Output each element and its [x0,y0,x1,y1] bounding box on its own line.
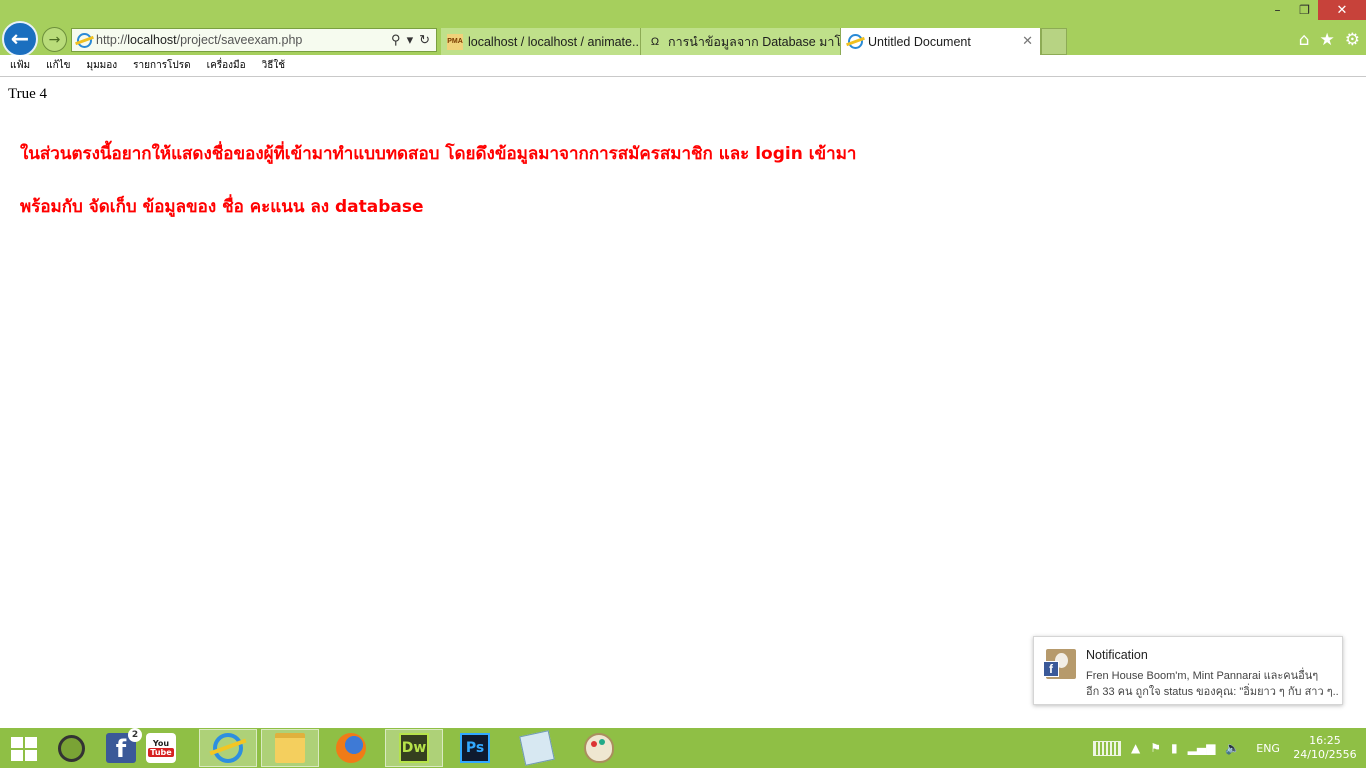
menu-help[interactable]: วิธีใช้ [262,58,285,73]
file-explorer-icon [275,733,305,763]
touch-keyboard-icon[interactable] [1093,740,1121,756]
taskbar-file-explorer[interactable] [261,729,319,767]
notification-line-2: อีก 33 คน ถูกใจ status ของคุณ: "อิ่มยาว … [1086,686,1338,698]
taskbar-paint[interactable] [570,729,628,767]
back-button[interactable]: ← [2,21,38,57]
close-button[interactable]: ✕ [1318,0,1366,20]
tab-forum[interactable]: Ω การนำข้อมูลจาก Database มาโชว์ใ... [641,28,841,55]
menu-file[interactable]: แฟ้ม [10,58,30,73]
favorites-star-icon[interactable]: ★ [1320,30,1335,50]
language-indicator[interactable]: ENG [1256,742,1280,755]
tab-phpmyadmin[interactable]: PMA localhost / localhost / animate... [441,28,641,55]
clock-date: 24/10/2556 [1293,748,1357,761]
taskbar-youtube[interactable]: You Tube [132,729,190,767]
start-icon[interactable] [11,737,37,761]
forward-button[interactable]: → [42,27,67,52]
tab-label: การนำข้อมูลจาก Database มาโชว์ใ... [668,34,841,49]
ie-page-icon [847,34,863,50]
chevron-down-icon[interactable]: ▾ [407,32,414,48]
action-center-flag-icon[interactable]: ⚑ [1150,741,1161,755]
clock-time: 16:25 [1309,734,1341,747]
circle-app-icon [57,734,85,762]
search-icon[interactable]: ⚲ [391,32,401,48]
note-line-2: พร้อมกับ จัดเก็บ ข้อมูลของ ชื่อ คะแนน ลง… [20,197,424,217]
browser-toolbar-icons: ⌂ ★ ⚙ [1299,30,1360,50]
address-url[interactable]: http://localhost/project/saveexam.php [96,33,391,47]
note-line-1: ในส่วนตรงนี้อยากให้แสดงชื่อของผู้ที่เข้า… [20,144,857,164]
taskbar-internet-explorer[interactable] [199,729,257,767]
window-controls: – ❐ ✕ [1264,0,1366,20]
taskbar-firefox[interactable] [322,729,380,767]
home-icon[interactable]: ⌂ [1299,30,1310,50]
arrow-left-icon: ← [10,26,30,52]
notepad-icon [519,730,555,766]
forum-icon: Ω [650,35,660,48]
volume-icon[interactable]: 🔈 [1225,741,1240,755]
new-tab-button[interactable] [1041,28,1067,55]
firefox-icon [336,733,366,763]
menu-favorites[interactable]: รายการโปรด [133,58,190,73]
tab-label: Untitled Document [868,34,971,49]
battery-icon[interactable]: ▮ [1171,741,1178,755]
tab-untitled-document[interactable]: Untitled Document ✕ [841,28,1041,55]
notification-toast[interactable]: f Notification Fren House Boom'm, Mint P… [1033,636,1343,705]
dreamweaver-icon: Dw [399,733,429,763]
internet-explorer-icon [213,733,243,763]
menu-tools[interactable]: เครื่องมือ [207,58,246,73]
phpmyadmin-icon: PMA [447,33,463,50]
taskbar-notepad[interactable] [508,729,566,767]
tab-close-icon[interactable]: ✕ [1022,33,1033,49]
arrow-right-icon: → [48,31,61,48]
show-hidden-icons-chevron-icon[interactable]: ▲ [1131,741,1140,755]
settings-gear-icon[interactable]: ⚙ [1345,30,1360,50]
restore-button[interactable]: ❐ [1291,0,1318,20]
photoshop-icon: Ps [460,733,490,763]
refresh-icon[interactable]: ↻ [419,32,430,48]
address-bar[interactable]: http://localhost/project/saveexam.php ⚲ … [71,28,437,52]
network-signal-icon[interactable]: ▂▄▆ [1188,741,1216,755]
tab-label: localhost / localhost / animate... [468,34,641,49]
system-tray: ▲ ⚑ ▮ ▂▄▆ 🔈 ENG 16:25 24/10/2556 [1093,728,1360,768]
taskbar-photoshop[interactable]: Ps [446,729,504,767]
facebook-icon: f [1043,661,1059,677]
clock[interactable]: 16:25 24/10/2556 [1290,734,1360,762]
browser-titlebar: – ❐ ✕ ← → http://localhost/project/savee… [0,0,1366,57]
youtube-icon: You Tube [146,733,176,763]
page-content: True 4 ในส่วนตรงนี้อยากให้แสดงชื่อของผู้… [0,77,1366,728]
menu-view[interactable]: มุมมอง [87,58,118,73]
taskbar-dreamweaver[interactable]: Dw [385,729,443,767]
minimize-button[interactable]: – [1264,0,1291,20]
echo-output: True 4 [8,86,48,102]
menu-edit[interactable]: แก้ไข [46,58,70,73]
menu-bar: แฟ้ม แก้ไข มุมมอง รายการโปรด เครื่องมือ … [0,55,1366,77]
paint-icon [584,733,614,763]
notification-title: Notification [1086,648,1148,662]
ie-page-icon [77,32,92,48]
